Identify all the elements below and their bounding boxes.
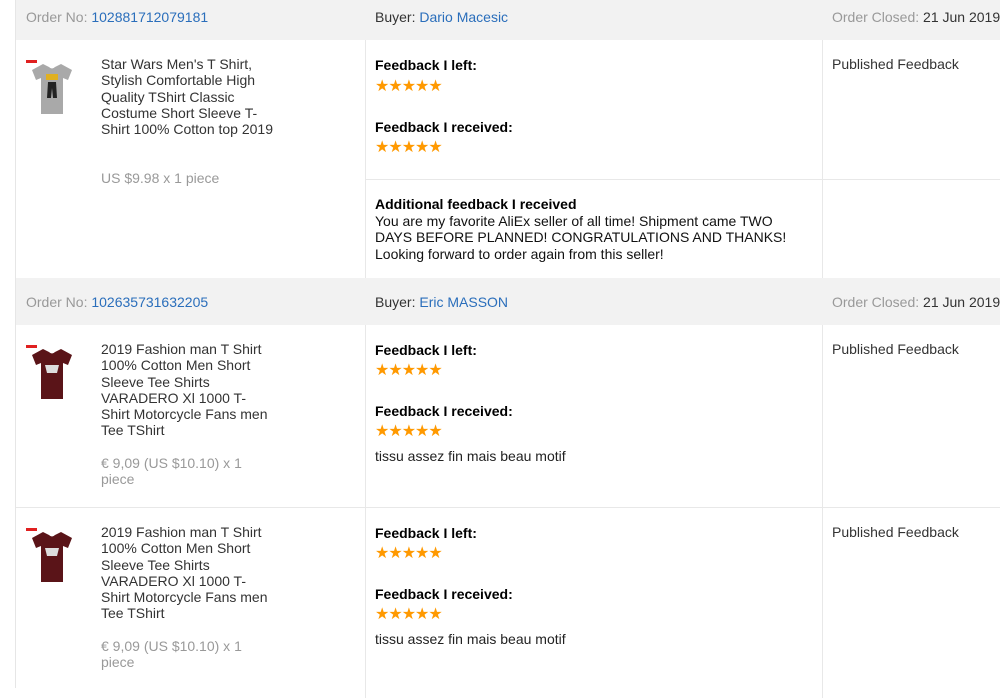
product-image[interactable] [26,526,78,588]
order-item: Star Wars Men's T Shirt, Stylish Comfort… [16,40,1000,279]
rating-stars-left: ★★★★★ [375,545,443,562]
product-cell: Star Wars Men's T Shirt, Stylish Comfort… [16,40,366,278]
order-number-link[interactable]: 102635731632205 [91,294,208,310]
product-title[interactable]: 2019 Fashion man T Shirt 100% Cotton Men… [101,341,273,439]
tshirt-icon [32,349,72,399]
order-item: 2019 Fashion man T Shirt 100% Cotton Men… [16,325,1000,508]
feedback-cell: Feedback I left: ★★★★★ Feedback I receiv… [366,325,823,507]
feedback-received-label: Feedback I received: [375,586,513,602]
feedback-cell: Feedback I left: ★★★★★ Feedback I receiv… [366,40,823,179]
additional-feedback-row: Additional feedback I received You are m… [366,179,1000,279]
rating-stars-received: ★★★★★ [375,606,443,623]
tshirt-icon [32,532,72,582]
feedback-cell: Feedback I left: ★★★★★ Feedback I receiv… [366,508,823,698]
feedback-left-label: Feedback I left: [375,525,477,541]
product-title[interactable]: Star Wars Men's T Shirt, Stylish Comfort… [101,56,273,137]
product-price: € 9,09 (US $10.10) x 1 piece [101,455,242,488]
product-title[interactable]: 2019 Fashion man T Shirt 100% Cotton Men… [101,524,273,622]
feedback-received-label: Feedback I received: [375,403,513,419]
order-header: Order No: 102635731632205 Buyer: Eric MA… [16,278,1000,325]
order-block: Order No: 102881712079181 Buyer: Dario M… [16,0,1000,279]
status-text: Published Feedback [832,341,959,357]
status-cell: Published Feedback [823,508,1000,698]
product-image[interactable] [26,343,78,405]
rating-stars-left: ★★★★★ [375,78,443,95]
rating-stars-received: ★★★★★ [375,423,443,440]
feedback-received-label: Feedback I received: [375,119,513,135]
order-number: Order No: 102881712079181 [26,9,209,25]
feedback-left-label: Feedback I left: [375,342,477,358]
product-cell: 2019 Fashion man T Shirt 100% Cotton Men… [16,508,366,698]
status-cell: Published Feedback [823,325,1000,507]
order-number-link[interactable]: 102881712079181 [91,9,208,25]
rating-stars-left: ★★★★★ [375,362,443,379]
order-closed: Order Closed: 21 Jun 2019 [832,9,1000,25]
order-closed: Order Closed: 21 Jun 2019 [832,294,1000,310]
product-price: US $9.98 x 1 piece [101,170,220,186]
buyer: Buyer: Eric MASSON [375,294,509,310]
product-image[interactable] [26,58,78,120]
status-text: Published Feedback [832,524,959,540]
buyer-link[interactable]: Dario Macesic [419,9,508,25]
feedback-page: Order No: 102881712079181 Buyer: Dario M… [15,0,1000,698]
feedback-left-label: Feedback I left: [375,57,477,73]
status-cell: Published Feedback [823,40,1000,180]
sale-tag-icon [26,60,37,63]
received-comment: tissu assez fin mais beau motif [375,631,566,647]
additional-feedback-text: You are my favorite AliEx seller of all … [375,212,787,262]
tshirt-icon [32,64,72,114]
product-cell: 2019 Fashion man T Shirt 100% Cotton Men… [16,325,366,507]
order-block: Order No: 102635731632205 Buyer: Eric MA… [16,278,1000,698]
rating-stars-received: ★★★★★ [375,139,443,156]
sale-tag-icon [26,528,37,531]
order-number: Order No: 102635731632205 [26,294,209,310]
order-closed-date: 21 Jun 2019 [923,294,1000,310]
received-comment: tissu assez fin mais beau motif [375,448,566,464]
product-price: € 9,09 (US $10.10) x 1 piece [101,638,242,671]
additional-feedback: Additional feedback I received You are m… [375,196,795,262]
additional-feedback-label: Additional feedback I received [375,196,577,212]
sale-tag-icon [26,345,37,348]
order-item: 2019 Fashion man T Shirt 100% Cotton Men… [16,508,1000,698]
order-closed-date: 21 Jun 2019 [923,9,1000,25]
buyer-link[interactable]: Eric MASSON [419,294,508,310]
status-text: Published Feedback [832,56,959,72]
buyer: Buyer: Dario Macesic [375,9,509,25]
order-header: Order No: 102881712079181 Buyer: Dario M… [16,0,1000,40]
